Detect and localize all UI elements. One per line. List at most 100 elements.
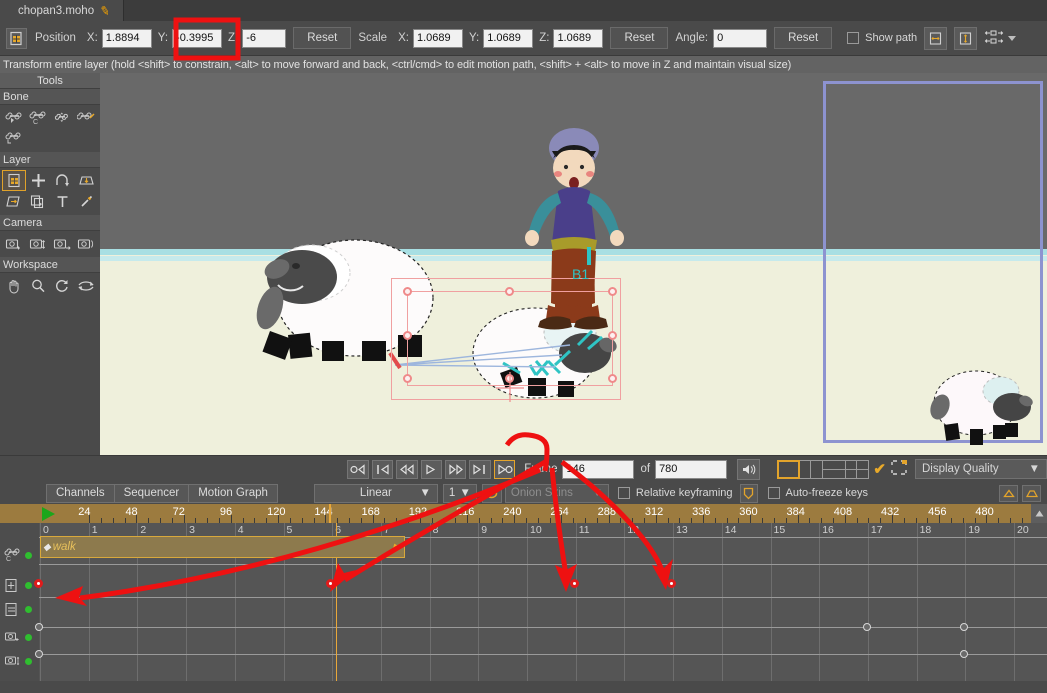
selection-handle-bl[interactable]	[403, 374, 412, 383]
layer-transform-icon[interactable]	[6, 27, 27, 49]
animation-canvas[interactable]: B1	[100, 73, 1047, 455]
scroll-home-icon[interactable]	[1022, 484, 1041, 502]
auto-freeze-keys-checkbox[interactable]	[767, 487, 780, 499]
speaker-icon[interactable]	[737, 458, 761, 480]
reset-angle-button[interactable]: Reset	[774, 27, 833, 49]
eyedropper-icon[interactable]	[74, 191, 98, 212]
tab-sequencer[interactable]: Sequencer	[113, 483, 189, 503]
view-layout-buttons[interactable]	[777, 459, 870, 479]
play-button[interactable]	[420, 459, 443, 479]
layer-rotate-icon[interactable]	[50, 170, 74, 191]
chevron-down-icon[interactable]: ▼	[420, 487, 431, 499]
bone-manipulate-icon[interactable]: C	[26, 107, 50, 128]
frame-ruler[interactable]: 24 48 72 96 120 144 168 192 216 240 264 288 312 336 36…	[0, 504, 1047, 523]
chevron-down-icon[interactable]	[1008, 35, 1017, 41]
action-band-handle-icon[interactable]: ◆	[43, 542, 51, 553]
scale-z-input[interactable]	[553, 28, 604, 48]
single-view-icon[interactable]	[777, 459, 801, 479]
keyframe-marker-red[interactable]	[326, 579, 336, 588]
chevron-down-icon[interactable]: ▼	[460, 487, 471, 499]
selection-handle-tr[interactable]	[608, 287, 617, 296]
keyframe-marker-gray[interactable]	[35, 623, 43, 631]
rewind-to-start-button[interactable]	[347, 459, 369, 479]
next-keyframe-button[interactable]	[469, 459, 491, 479]
bone-channel-icon[interactable]: C	[4, 548, 21, 564]
step-back-button[interactable]	[396, 459, 418, 479]
layer-move-icon[interactable]	[26, 170, 50, 191]
channel-enabled-dot[interactable]	[25, 658, 32, 665]
onion-skins-dropdown[interactable]: Onion Skins ▼	[504, 483, 609, 503]
reset-workspace-icon[interactable]	[74, 275, 98, 296]
position-y-input[interactable]	[172, 28, 223, 48]
layer-transform-channel-icon[interactable]	[4, 578, 19, 596]
show-path-checkbox[interactable]	[847, 32, 860, 44]
frame-step-dropdown[interactable]: 1 ▼	[442, 483, 477, 503]
camera-zoom-channel-icon[interactable]	[4, 654, 22, 670]
keyframe-marker-red[interactable]	[667, 579, 677, 588]
total-frames-input[interactable]	[655, 459, 728, 479]
position-x-input[interactable]	[101, 28, 152, 48]
scroll-up-icon[interactable]	[999, 484, 1018, 502]
reset-position-button[interactable]: Reset	[293, 27, 352, 49]
bone-select-icon[interactable]	[2, 107, 26, 128]
layer-transform-icon[interactable]	[2, 170, 26, 191]
keyframe-marker-gray[interactable]	[35, 650, 43, 658]
channel-enabled-dot[interactable]	[25, 552, 32, 559]
display-quality-dropdown[interactable]: Display Quality ▼	[914, 459, 1047, 479]
camera-track-icon[interactable]	[2, 233, 26, 254]
keyframe-marker-gray[interactable]	[960, 623, 969, 631]
camera-roll-icon[interactable]	[50, 233, 74, 254]
channel-enabled-dot[interactable]	[25, 606, 32, 613]
frame-input[interactable]	[562, 459, 635, 479]
magnifier-zoom-icon[interactable]	[26, 275, 50, 296]
selection-handle-ml[interactable]	[403, 331, 412, 340]
channel-enabled-dot[interactable]	[25, 634, 32, 641]
checkmark-icon[interactable]: ✔	[873, 460, 886, 478]
layer-select-icon[interactable]	[26, 191, 50, 212]
hand-pan-icon[interactable]	[2, 275, 26, 296]
relative-keyframing-checkbox[interactable]	[617, 487, 630, 499]
three-pane-icon[interactable]	[823, 459, 847, 479]
keyframe-marker-red[interactable]	[569, 579, 579, 588]
document-tab-chopan3[interactable]: chopan3.moho ✎	[0, 0, 125, 21]
selection-handle-tm[interactable]	[505, 287, 514, 296]
layer-flip-icon[interactable]	[2, 191, 26, 212]
rotate-workspace-icon[interactable]	[50, 275, 74, 296]
keyframe-marker-gray[interactable]	[862, 623, 871, 631]
keyframe-marker-red[interactable]	[34, 579, 43, 588]
position-z-input[interactable]	[242, 28, 287, 48]
layer-shear-icon[interactable]	[74, 170, 98, 191]
flip-horizontal-icon[interactable]	[924, 26, 948, 50]
selection-handle-br[interactable]	[608, 374, 617, 383]
ruler-playhead[interactable]	[329, 504, 332, 523]
camera-track-channel-icon[interactable]	[4, 630, 22, 646]
loop-playback-button[interactable]	[493, 459, 516, 479]
layer-order-channel-icon[interactable]	[4, 602, 19, 620]
tab-motion-graph[interactable]: Motion Graph	[188, 483, 278, 503]
channel-enabled-dot[interactable]	[25, 582, 32, 589]
marquee-select-icon[interactable]	[890, 459, 908, 479]
four-pane-icon[interactable]	[846, 459, 870, 479]
two-pane-icon[interactable]	[800, 459, 824, 479]
camera-pan-tilt-icon[interactable]	[74, 233, 98, 254]
keyframe-marker-gray[interactable]	[960, 650, 969, 658]
selection-handle-tl[interactable]	[403, 287, 412, 296]
scale-x-input[interactable]	[412, 28, 463, 48]
scale-y-input[interactable]	[483, 28, 534, 48]
chevron-down-icon[interactable]: ▼	[592, 487, 603, 499]
tab-channels[interactable]: Channels	[46, 483, 114, 503]
step-forward-button[interactable]	[445, 459, 467, 479]
angle-input[interactable]	[713, 28, 768, 48]
ruler-scroll-up-icon[interactable]	[1031, 504, 1047, 523]
action-band-walk[interactable]: ◆ walk ▶	[40, 536, 406, 558]
previous-keyframe-button[interactable]	[371, 459, 394, 479]
chevron-down-icon[interactable]: ▼	[1029, 463, 1040, 475]
timeline-panel[interactable]: C 0 1 2 3 4 5 6 7 8 9 10 11 12 13 14 15 16 17 18 19 20 ◆ walk ▶	[0, 523, 1047, 681]
reset-scale-button[interactable]: Reset	[610, 27, 669, 49]
timeline-grid[interactable]: 0 1 2 3 4 5 6 7 8 9 10 11 12 13 14 15 16 17 18 19 20 ◆ walk ▶	[34, 523, 1047, 681]
bone-translate-icon[interactable]	[50, 107, 74, 128]
relative-key-shield-icon[interactable]	[739, 483, 758, 503]
onion-skin-toggle-icon[interactable]	[481, 483, 502, 503]
text-tool-icon[interactable]	[50, 191, 74, 212]
bone-add-icon[interactable]	[74, 107, 98, 128]
